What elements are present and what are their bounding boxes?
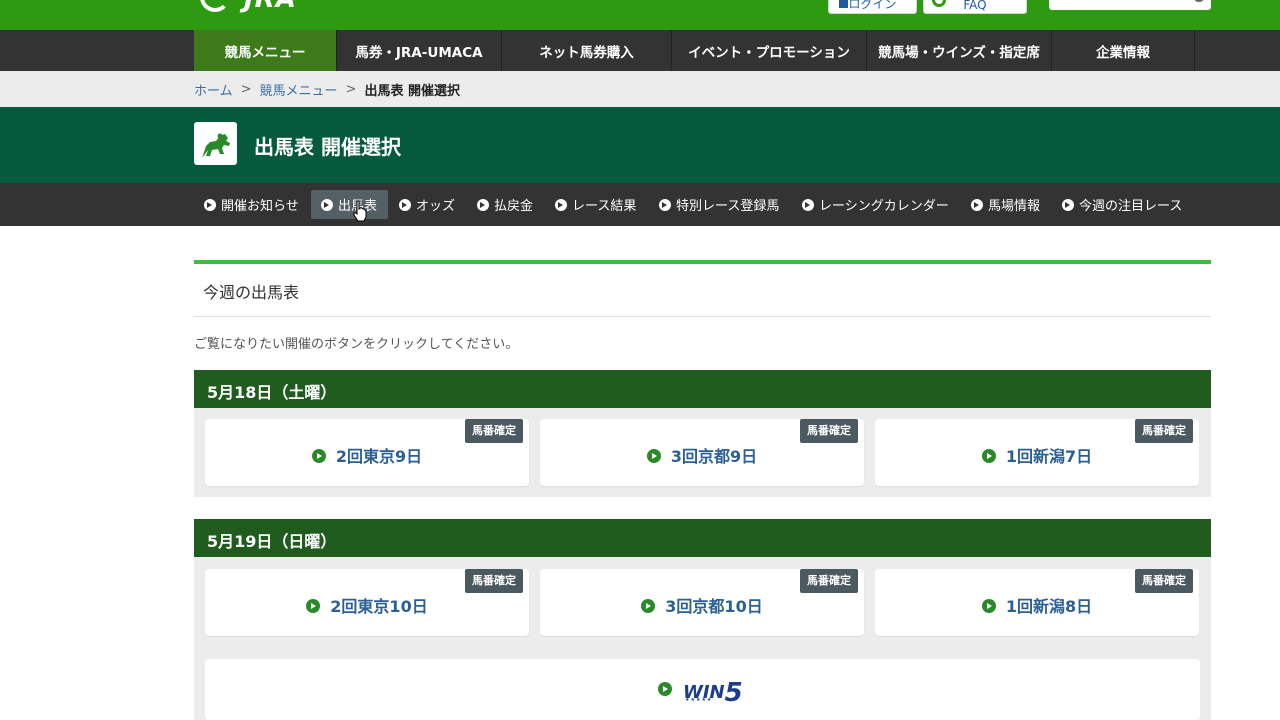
subnav-label: 馬場情報 [988, 199, 1041, 214]
section-title: 今週の出馬表 [203, 283, 300, 302]
meeting-button[interactable]: 馬番確定 2回東京10日 [205, 569, 529, 636]
meeting-button[interactable]: 馬番確定 1回新潟8日 [875, 569, 1199, 636]
breadcrumb-keiba-menu[interactable]: 競馬メニュー [260, 80, 338, 99]
subnav-item-calendar[interactable]: レーシングカレンダー [792, 190, 959, 219]
login-label: ログイン [848, 0, 897, 11]
login-icon [839, 0, 848, 8]
arrow-circle-icon [311, 449, 326, 463]
day-meetings: 馬番確定 2回東京10日 馬番確定 3回京都10日 馬番確定 1回新潟8日 [194, 557, 1211, 648]
subnav-label: レース結果 [572, 199, 637, 214]
arrow-circle-icon [477, 198, 489, 211]
subnav-item-odds[interactable]: オッズ [389, 190, 465, 219]
arrow-circle-icon [399, 198, 411, 211]
win5-logo: WIN5 ★★★★★ [683, 678, 743, 708]
login-button[interactable]: ログイン [828, 0, 917, 14]
subnav-item-track-info[interactable]: 馬場情報 [961, 190, 1050, 219]
intro-text: ご覧になりたい開催のボタンをクリックしてください。 [194, 337, 519, 352]
faq-label: FAQ [963, 0, 987, 12]
page-title: 出馬表 開催選択 [254, 135, 401, 159]
status-badge: 馬番確定 [1135, 569, 1193, 593]
jra-logo-icon [196, 0, 240, 16]
arrow-circle-icon [555, 198, 567, 211]
subnav-label: レーシングカレンダー [819, 199, 949, 214]
meeting-label: 1回新潟7日 [1005, 447, 1093, 466]
subnav-label: 特別レース登録馬 [676, 199, 780, 214]
nav-item-racecourses[interactable]: 競馬場・ウインズ・指定席 [867, 30, 1052, 71]
subnav-item-special-entries[interactable]: 特別レース登録馬 [649, 190, 789, 219]
status-badge: 馬番確定 [1135, 419, 1193, 443]
meeting-label: 3回京都9日 [670, 447, 758, 466]
breadcrumb-home[interactable]: ホーム [194, 80, 233, 99]
arrow-circle-icon [306, 599, 321, 613]
nav-item-keiba-menu[interactable]: 競馬メニュー [194, 30, 337, 71]
search-icon[interactable] [1193, 0, 1205, 2]
section-underline [194, 316, 1211, 317]
meeting-label: 3回京都10日 [665, 597, 763, 616]
day-header: 5月19日（日曜） [194, 519, 1211, 557]
arrow-circle-icon [1062, 198, 1074, 211]
breadcrumb-separator: > [240, 82, 252, 97]
subnav-label: 開催お知らせ [221, 199, 299, 214]
day-meetings: 馬番確定 2回東京9日 馬番確定 3回京都9日 馬番確定 1回新潟7日 [194, 408, 1211, 497]
arrow-circle-icon [971, 198, 983, 211]
arrow-circle-icon [646, 449, 661, 463]
subnav-label: 今週の注目レース [1079, 199, 1183, 214]
nav-item-corporate[interactable]: 企業情報 [1052, 30, 1195, 71]
faq-button[interactable]: FAQ [923, 0, 1027, 14]
arrow-circle-icon [659, 198, 671, 211]
arrow-circle-icon [321, 198, 333, 211]
subnav-item-notices[interactable]: 開催お知らせ [194, 190, 309, 219]
logo-text: JRA [244, 0, 297, 14]
faq-icon [932, 0, 946, 7]
meeting-label: 2回東京10日 [330, 597, 428, 616]
arrow-circle-icon [204, 198, 216, 211]
status-badge: 馬番確定 [465, 419, 523, 443]
nav-item-net-purchase[interactable]: ネット馬券購入 [502, 30, 672, 71]
section-divider [194, 260, 1211, 264]
status-badge: 馬番確定 [465, 569, 523, 593]
status-badge: 馬番確定 [800, 419, 858, 443]
nav-item-baken[interactable]: 馬券・JRA-UMACA [337, 30, 502, 71]
subnav-item-results[interactable]: レース結果 [545, 190, 646, 219]
meeting-label: 1回新潟8日 [1005, 597, 1093, 616]
horse-icon [194, 122, 237, 165]
arrow-circle-icon [981, 449, 996, 463]
status-badge: 馬番確定 [800, 569, 858, 593]
nav-item-events[interactable]: イベント・プロモーション [672, 30, 867, 71]
meeting-label: 2回東京9日 [335, 447, 423, 466]
meeting-button[interactable]: 馬番確定 3回京都10日 [540, 569, 864, 636]
subnav-item-payout[interactable]: 払戻金 [467, 190, 543, 219]
hand-cursor-icon [353, 200, 367, 222]
breadcrumb-separator: > [345, 82, 357, 97]
meeting-button[interactable]: 馬番確定 1回新潟7日 [875, 419, 1199, 486]
main-nav: 競馬メニュー 馬券・JRA-UMACA ネット馬券購入 イベント・プロモーション… [0, 30, 1280, 71]
meeting-button[interactable]: 馬番確定 3回京都9日 [540, 419, 864, 486]
meeting-button[interactable]: 馬番確定 2回東京9日 [205, 419, 529, 486]
search-input[interactable] [1049, 0, 1211, 10]
arrow-circle-icon [641, 599, 656, 613]
arrow-circle-icon [658, 682, 672, 696]
arrow-circle-icon [981, 599, 996, 613]
arrow-circle-icon [802, 198, 814, 211]
subnav-label: オッズ [416, 199, 456, 214]
page-header: 出馬表 開催選択 [0, 107, 1280, 183]
breadcrumb: ホーム > 競馬メニュー > 出馬表 開催選択 [0, 71, 1280, 107]
top-header: JRA ログイン FAQ [0, 0, 1280, 30]
day-header: 5月18日（土曜） [194, 370, 1211, 408]
subnav-label: 払戻金 [494, 199, 534, 214]
subnav-item-featured[interactable]: 今週の注目レース [1052, 190, 1192, 219]
breadcrumb-current: 出馬表 開催選択 [364, 84, 460, 99]
sub-nav: 開催お知らせ 出馬表 オッズ 払戻金 レース結果 特別レース登録馬 レーシングカ… [0, 183, 1280, 226]
subnav-item-shutsubahyo[interactable]: 出馬表 [311, 190, 388, 219]
win5-button[interactable]: WIN5 ★★★★★ [205, 659, 1200, 720]
jra-logo[interactable]: JRA [196, 0, 297, 16]
